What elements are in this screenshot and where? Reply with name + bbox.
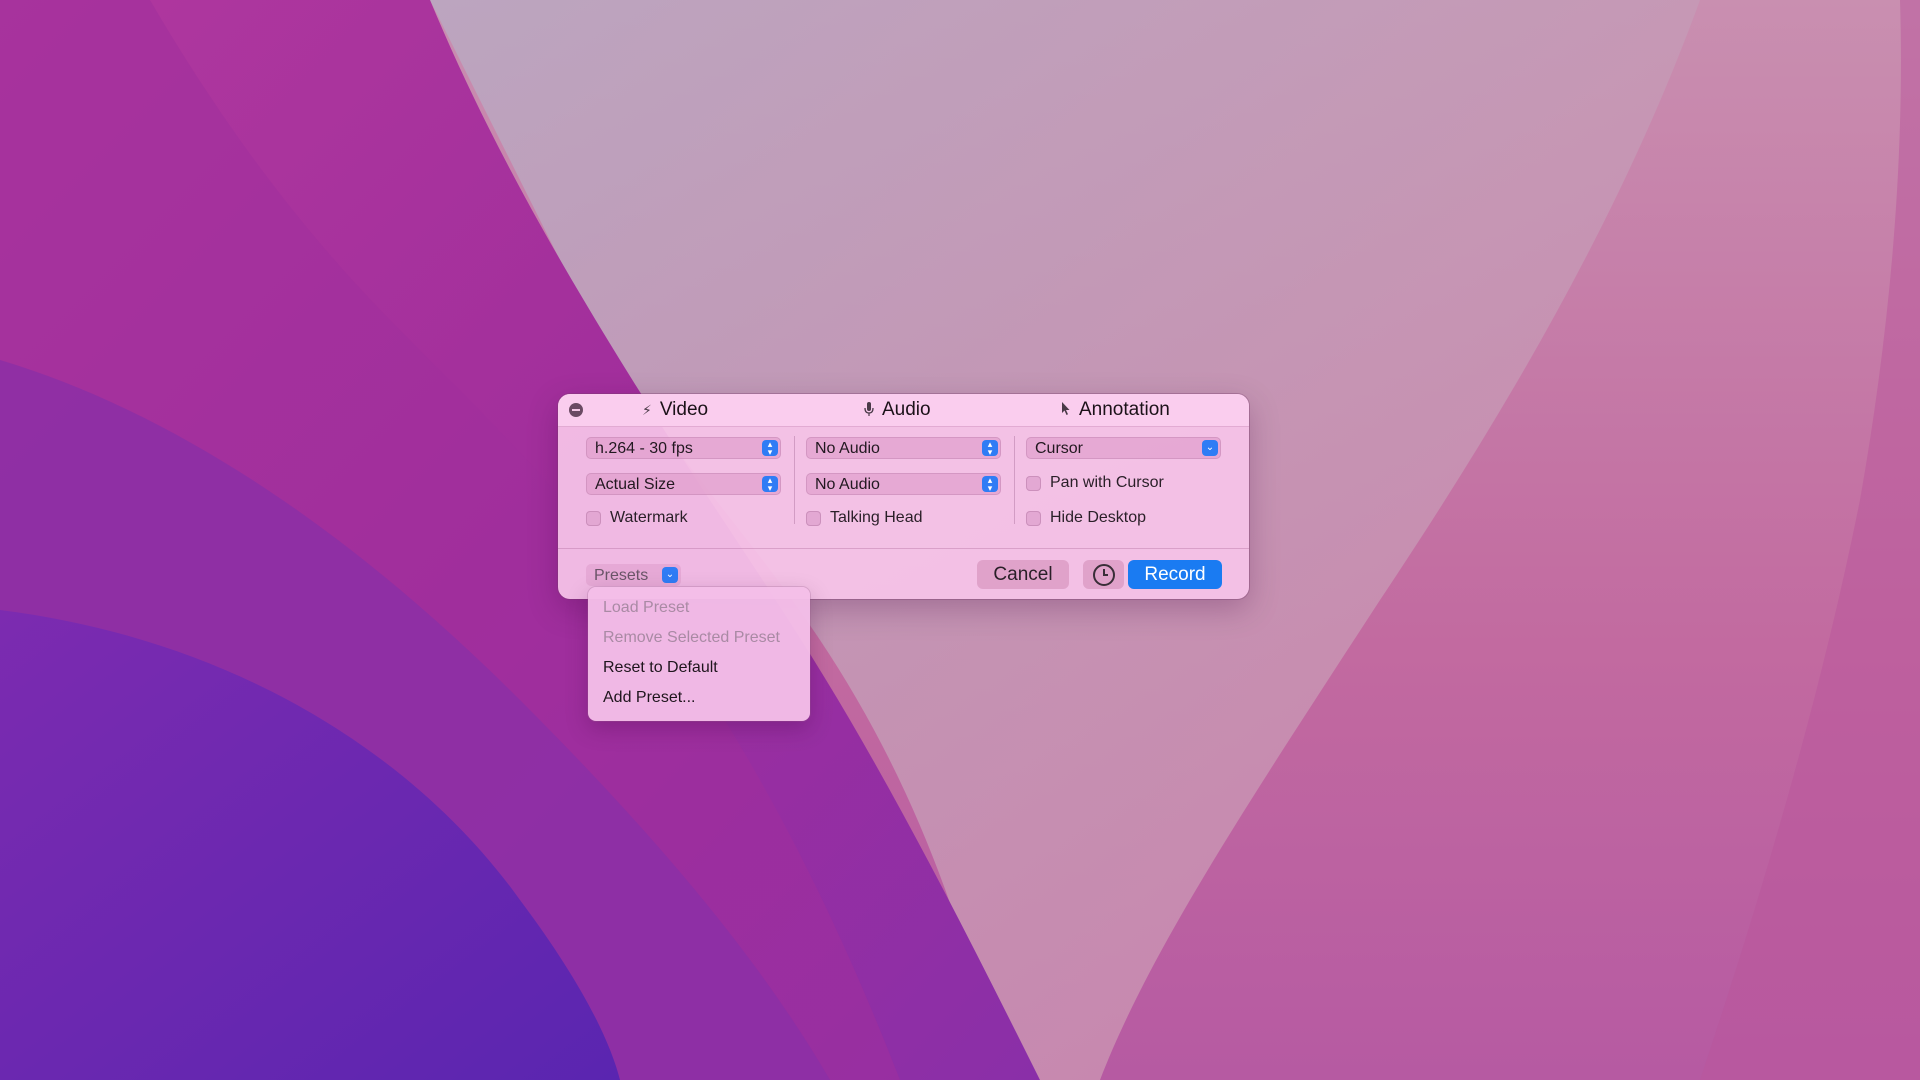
column-divider (794, 436, 795, 524)
checkbox-box[interactable] (1026, 475, 1041, 491)
hide-desktop-checkbox[interactable]: Hide Desktop (1026, 508, 1146, 528)
menu-item-add-preset[interactable]: Add Preset... (603, 687, 696, 709)
close-icon[interactable] (569, 403, 583, 417)
cancel-button[interactable]: Cancel (977, 560, 1069, 589)
audio-source-1-value: No Audio (815, 440, 880, 457)
cursor-arrow-icon (1061, 401, 1071, 419)
video-codec-select[interactable]: h.264 - 30 fps ▴ ▾ (586, 437, 781, 459)
section-title-audio: Audio (864, 399, 931, 421)
presets-dropdown[interactable]: Presets ⌄ (586, 564, 681, 586)
chevron-down-icon: ⌄ (662, 567, 678, 583)
audio-source-2-value: No Audio (815, 476, 880, 493)
menu-item-load-preset[interactable]: Load Preset (603, 597, 689, 619)
section-title-video-label: Video (659, 399, 709, 420)
footer-divider (558, 548, 1249, 549)
microphone-icon (864, 401, 874, 419)
talking-head-checkbox[interactable]: Talking Head (806, 508, 923, 528)
chevron-updown-icon: ▴ ▾ (762, 476, 778, 493)
recording-panel: ⚡︎ Video Audio Annotation h.264 - 30 fps… (558, 394, 1249, 599)
watermark-label: Watermark (610, 509, 688, 526)
chevron-updown-icon: ▴ ▾ (982, 476, 998, 493)
audio-source-2-select[interactable]: No Audio ▴ ▾ (806, 473, 1001, 495)
video-codec-value: h.264 - 30 fps (595, 440, 693, 457)
annotation-mode-select[interactable]: Cursor ⌄ (1026, 437, 1221, 459)
pan-with-cursor-label: Pan with Cursor (1050, 474, 1164, 491)
annotation-mode-value: Cursor (1035, 440, 1084, 457)
hide-desktop-label: Hide Desktop (1050, 509, 1147, 526)
record-button[interactable]: Record (1128, 560, 1222, 589)
pan-with-cursor-checkbox[interactable]: Pan with Cursor (1026, 473, 1164, 493)
chevron-updown-icon: ▴ ▾ (982, 440, 998, 457)
talking-head-label: Talking Head (830, 509, 923, 526)
clock-icon (1092, 563, 1115, 586)
lightning-icon: ⚡︎ (642, 401, 652, 418)
video-size-select[interactable]: Actual Size ▴ ▾ (586, 473, 781, 495)
column-divider (1014, 436, 1015, 524)
audio-source-1-select[interactable]: No Audio ▴ ▾ (806, 437, 1001, 459)
checkbox-box[interactable] (806, 510, 821, 526)
chevron-down-icon: ⌄ (1202, 440, 1218, 456)
presets-menu: Load Preset Remove Selected Preset Reset… (588, 587, 810, 721)
section-title-audio-label: Audio (882, 399, 931, 420)
menu-item-remove-selected-preset[interactable]: Remove Selected Preset (603, 627, 780, 649)
watermark-checkbox[interactable]: Watermark (586, 508, 688, 528)
section-title-annotation: Annotation (1061, 399, 1170, 421)
section-title-annotation-label: Annotation (1079, 399, 1170, 420)
panel-header: ⚡︎ Video Audio Annotation (558, 394, 1249, 427)
section-title-video: ⚡︎ Video (642, 399, 708, 421)
video-size-value: Actual Size (595, 476, 676, 493)
menu-item-reset-to-default[interactable]: Reset to Default (603, 657, 718, 679)
checkbox-box[interactable] (1026, 510, 1041, 526)
chevron-updown-icon: ▴ ▾ (762, 440, 778, 457)
presets-label: Presets (594, 567, 649, 584)
checkbox-box[interactable] (586, 510, 601, 526)
timer-button[interactable] (1083, 560, 1124, 589)
